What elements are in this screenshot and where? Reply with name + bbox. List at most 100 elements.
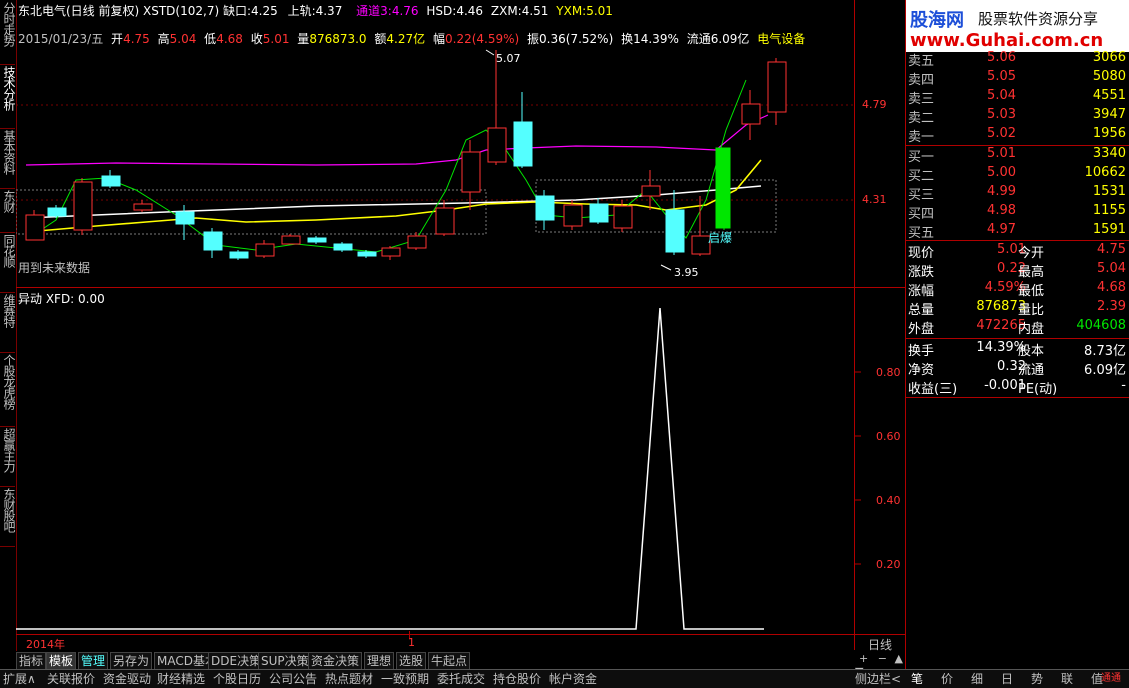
status-announcement[interactable]: 公司公告 bbox=[269, 671, 317, 687]
tab-technical[interactable]: 技术分析 bbox=[0, 64, 16, 129]
ind-tick-040: 0.40 bbox=[876, 494, 901, 507]
bid-row[interactable]: 买二 5.00 10662 bbox=[906, 165, 1129, 184]
candle-body bbox=[461, 151, 481, 193]
status-sidebar-toggle[interactable]: 侧边栏< bbox=[855, 671, 901, 687]
stat-label: 流通 bbox=[1018, 363, 1045, 378]
tab-ths[interactable]: 同花顺10 bbox=[0, 232, 16, 293]
rtab-corner: 通通 bbox=[1101, 673, 1121, 684]
status-stock-calendar[interactable]: 个股日历 bbox=[213, 671, 261, 687]
stat-label: 量比 bbox=[1018, 303, 1045, 318]
tab-guba[interactable]: 东财股吧 bbox=[0, 486, 16, 547]
price-tick-lower: 4.31 bbox=[862, 193, 887, 206]
stat-label: 最低 bbox=[1018, 284, 1045, 299]
candle-body bbox=[741, 103, 761, 125]
tab-ideal[interactable]: 理想 bbox=[364, 652, 395, 670]
quote-tabbar: 笔 价 细 日 势 联 值 通通 bbox=[905, 669, 1129, 688]
status-consensus[interactable]: 一致预期 bbox=[381, 671, 429, 687]
ask-row[interactable]: 卖四 5.05 5080 bbox=[906, 69, 1129, 88]
tab-wst[interactable]: 维赛特10 bbox=[0, 292, 16, 353]
ask-volume: 3947 bbox=[1092, 107, 1126, 122]
stat-value: -0.001 bbox=[984, 378, 1026, 393]
tab-super-main[interactable]: 超赢主力 bbox=[0, 426, 16, 487]
kline-chart[interactable]: 5.07 3.95 启爆 用到未来数据 4.79 4.31 bbox=[16, 0, 906, 290]
candle-body bbox=[73, 181, 93, 231]
rtab-day[interactable]: 日 bbox=[1001, 671, 1013, 687]
zoom-controls: + − ▲ ▼ bbox=[855, 652, 905, 678]
stat-value: 4.68 bbox=[1097, 280, 1126, 295]
stat-value: 472265 bbox=[976, 318, 1026, 333]
stat-label: 净资 bbox=[908, 363, 935, 378]
rtab-detail[interactable]: 细 bbox=[971, 671, 983, 687]
ask-row[interactable]: 卖三 5.04 4551 bbox=[906, 88, 1129, 107]
bid-label: 买三 bbox=[908, 188, 935, 203]
ask-label: 卖五 bbox=[908, 54, 935, 69]
ask-price: 5.02 bbox=[987, 126, 1016, 141]
tab-save-as[interactable]: 另存为 bbox=[110, 652, 153, 670]
candle-body bbox=[255, 243, 275, 257]
ask-row[interactable]: 卖五 5.06 3066 bbox=[906, 50, 1129, 69]
candle-body bbox=[535, 195, 555, 221]
tab-eastmoney[interactable]: 东财10 bbox=[0, 188, 16, 233]
tab-fund[interactable]: 资金决策 bbox=[308, 652, 363, 670]
ask-label: 卖二 bbox=[908, 111, 935, 126]
bid-price: 4.99 bbox=[987, 184, 1016, 199]
rtab-price[interactable]: 价 bbox=[941, 671, 953, 687]
stat-value: 5.04 bbox=[1097, 261, 1126, 276]
status-account[interactable]: 帐户资金 bbox=[549, 671, 597, 687]
tab-manage[interactable]: 管理 bbox=[78, 652, 109, 670]
status-finance-pick[interactable]: 财经精选 bbox=[157, 671, 205, 687]
status-fund-drive[interactable]: 资金驱动 bbox=[103, 671, 151, 687]
stat-value: 4.75 bbox=[1097, 242, 1126, 257]
status-expand[interactable]: 扩展∧ bbox=[3, 671, 36, 687]
rtab-ticks[interactable]: 笔 bbox=[911, 671, 923, 687]
period-label[interactable]: 日线 bbox=[855, 636, 905, 652]
indicator-tabbar: 指标 模板 管理 另存为 MACD基本 DDE决策 SUP决策 资金决策 理想 … bbox=[16, 651, 854, 670]
indicator-chart[interactable]: 0.80 0.60 0.40 0.20 bbox=[16, 288, 906, 633]
bid-row[interactable]: 买一 5.01 3340 bbox=[906, 146, 1129, 165]
stat-value: 6.09亿 bbox=[1084, 363, 1126, 378]
status-positions[interactable]: 持仓股价 bbox=[493, 671, 541, 687]
candle-body bbox=[133, 203, 153, 211]
tab-indicator[interactable]: 指标 bbox=[16, 652, 47, 670]
tab-select[interactable]: 选股 bbox=[396, 652, 427, 670]
zoom-in-icon[interactable]: + bbox=[859, 652, 868, 665]
stat-label: 股本 bbox=[1018, 344, 1045, 359]
bid-row[interactable]: 买四 4.98 1155 bbox=[906, 203, 1129, 222]
tab-dragon-tiger[interactable]: 个股龙虎榜 bbox=[0, 352, 16, 427]
candle-body bbox=[307, 237, 327, 243]
rtab-trend[interactable]: 势 bbox=[1031, 671, 1043, 687]
bid-price: 4.98 bbox=[987, 203, 1016, 218]
status-hot-topic[interactable]: 热点题材 bbox=[325, 671, 373, 687]
candle-body bbox=[25, 214, 45, 241]
candle-body bbox=[613, 205, 633, 229]
stat-value: 5.01 bbox=[997, 242, 1026, 257]
candle-body bbox=[767, 61, 787, 113]
bid-row[interactable]: 买五 4.97 1591 bbox=[906, 222, 1129, 241]
stat-value: 404608 bbox=[1076, 318, 1126, 333]
tab-intraday[interactable]: 分时走势 bbox=[0, 0, 16, 65]
stat-value: 4.59% bbox=[984, 280, 1026, 295]
status-orders[interactable]: 委托成交 bbox=[437, 671, 485, 687]
zoom-out-icon[interactable]: − bbox=[878, 652, 887, 665]
stat-value: 8.73亿 bbox=[1084, 344, 1126, 359]
scroll-up-icon[interactable]: ▲ bbox=[894, 652, 902, 665]
ask-volume: 4551 bbox=[1092, 88, 1126, 103]
tab-niuqidian[interactable]: 牛起点 bbox=[428, 652, 471, 670]
status-related-quote[interactable]: 关联报价 bbox=[47, 671, 95, 687]
bid-row[interactable]: 买三 4.99 1531 bbox=[906, 184, 1129, 203]
ask-label: 卖三 bbox=[908, 92, 935, 107]
tab-fundamentals[interactable]: 基本资料 bbox=[0, 128, 16, 189]
ask-row[interactable]: 卖二 5.03 3947 bbox=[906, 107, 1129, 126]
stat-value: 2.39 bbox=[1097, 299, 1126, 314]
stat-label: 最高 bbox=[1018, 265, 1045, 280]
chart-panel: 东北电气(日线 前复权) XSTD(102,7) 缺口:4.25 上轨:4.37… bbox=[16, 0, 905, 651]
tab-sup[interactable]: SUP决策 bbox=[258, 652, 312, 670]
tab-dde[interactable]: DDE决策 bbox=[208, 652, 265, 670]
tab-template[interactable]: 模板 bbox=[46, 652, 77, 670]
stat-label: 收益(三) bbox=[908, 382, 958, 397]
ask-row[interactable]: 卖一 5.02 1956 bbox=[906, 126, 1129, 145]
candle-body bbox=[435, 207, 455, 235]
rtab-link[interactable]: 联 bbox=[1061, 671, 1073, 687]
stat-label: 涨幅 bbox=[908, 284, 935, 299]
ask-volume: 5080 bbox=[1092, 69, 1126, 84]
